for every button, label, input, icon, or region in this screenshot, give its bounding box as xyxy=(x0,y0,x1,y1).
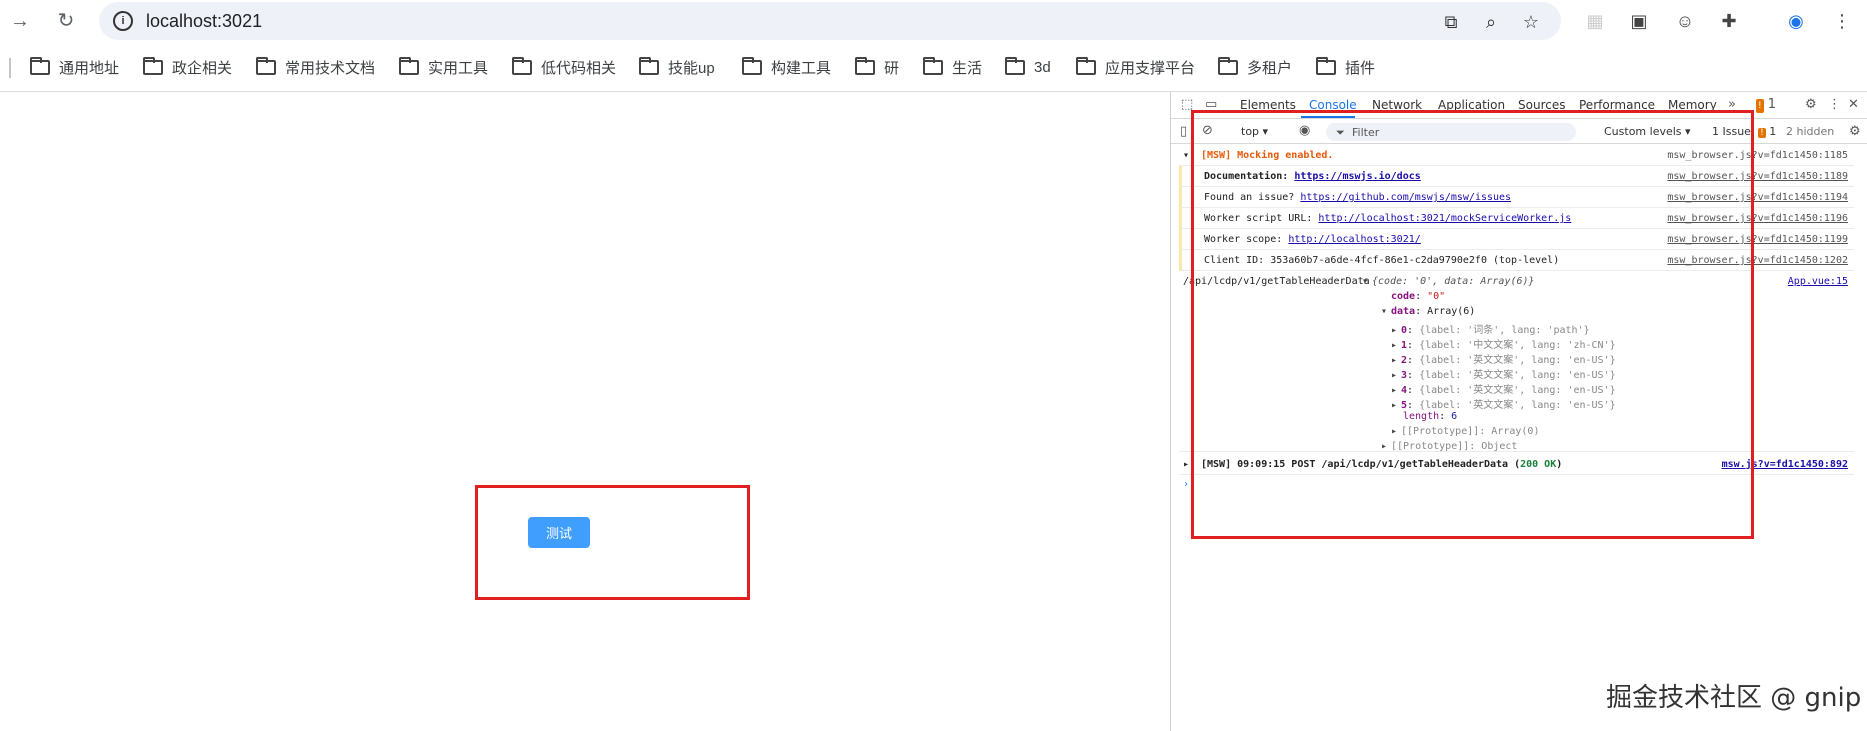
folder-icon xyxy=(1005,56,1025,75)
page-viewport: 测试 xyxy=(0,92,1170,731)
issue-badge-icon: ! xyxy=(1756,99,1764,113)
bookmark-folder[interactable]: 多租户 xyxy=(1218,55,1292,79)
bookmark-folder[interactable]: 生活 xyxy=(923,55,982,79)
bookmark-folder[interactable]: 实用工具 xyxy=(399,55,488,79)
issues-counter[interactable]: ! 1 xyxy=(1756,98,1776,113)
test-button[interactable]: 测试 xyxy=(528,517,590,548)
folder-icon xyxy=(512,56,532,75)
sidebar-toggle-icon[interactable]: ▯ xyxy=(1180,125,1187,139)
folder-icon xyxy=(1316,56,1336,75)
browser-toolbar: → ↻ i localhost:3021 ⧉ ⌕ ☆ ▦ ▣ ☺ ✚ ◉ ⋮ xyxy=(0,0,1867,42)
menu-icon[interactable]: ⋮ xyxy=(1830,9,1854,33)
address-bar[interactable]: i localhost:3021 ⧉ ⌕ ☆ xyxy=(99,2,1561,40)
collapse-triangle-icon[interactable]: ▾ xyxy=(1183,150,1189,161)
folder-icon xyxy=(256,56,276,75)
bookmark-folder[interactable]: 常用技术文档 xyxy=(256,55,375,79)
folder-icon xyxy=(399,56,419,75)
puzzle-icon[interactable]: ✚ xyxy=(1717,9,1741,33)
bookmark-folder[interactable]: 插件 xyxy=(1316,55,1375,79)
bookmarks-bar: 通用地址 政企相关 常用技术文档 实用工具 低代码相关 技能up 构建工具 研 … xyxy=(0,48,1867,86)
bookmark-folder[interactable]: 政企相关 xyxy=(143,55,232,79)
folder-icon xyxy=(143,56,163,75)
forward-icon[interactable]: → xyxy=(8,9,32,33)
bookmark-folder[interactable]: 研 xyxy=(855,55,899,79)
url-text[interactable]: localhost:3021 xyxy=(146,11,262,32)
bookmarks-divider xyxy=(9,58,11,78)
bookmark-folder[interactable]: 构建工具 xyxy=(742,55,831,79)
translate-icon[interactable]: ⧉ xyxy=(1440,11,1462,33)
folder-icon xyxy=(742,56,762,75)
bookmark-folder[interactable]: 应用支撑平台 xyxy=(1076,55,1195,79)
qr-code-icon[interactable]: ▣ xyxy=(1627,9,1651,33)
folder-icon xyxy=(1218,56,1238,75)
close-icon[interactable]: ✕ xyxy=(1848,98,1859,112)
extension-icon[interactable]: ▦ xyxy=(1583,9,1607,33)
bookmark-folder[interactable]: 3d xyxy=(1005,55,1051,79)
folder-icon xyxy=(855,56,875,75)
watermark: 掘金技术社区 @ gnip xyxy=(1606,683,1862,713)
bookmark-folder[interactable]: 通用地址 xyxy=(30,55,119,79)
folder-icon xyxy=(1076,56,1096,75)
bookmark-star-icon[interactable]: ☆ xyxy=(1520,11,1542,33)
reload-icon[interactable]: ↻ xyxy=(54,9,78,33)
highlight-box xyxy=(475,485,750,600)
zoom-icon[interactable]: ⌕ xyxy=(1480,11,1502,33)
issue-badge-icon: ! xyxy=(1758,128,1766,138)
bookmark-folder[interactable]: 低代码相关 xyxy=(512,55,616,79)
highlight-box xyxy=(1191,110,1754,539)
folder-icon xyxy=(30,56,50,75)
hidden-count: 2 hidden xyxy=(1786,125,1835,138)
folder-icon xyxy=(639,56,659,75)
kebab-menu-icon[interactable]: ⋮ xyxy=(1828,98,1841,112)
bookmark-folder[interactable]: 技能up xyxy=(639,55,715,79)
settings-icon[interactable]: ⚙ xyxy=(1805,98,1817,112)
collapsed-triangle-icon[interactable]: ▸ xyxy=(1183,459,1189,470)
profile-icon[interactable]: ◉ xyxy=(1784,9,1808,33)
folder-icon xyxy=(923,56,943,75)
avatar-extension-icon[interactable]: ☺ xyxy=(1673,9,1697,33)
log-source[interactable]: App.vue:15 xyxy=(1788,276,1848,287)
site-info-icon[interactable]: i xyxy=(113,11,133,31)
console-prompt-icon[interactable]: › xyxy=(1183,479,1189,490)
console-settings-icon[interactable]: ⚙ xyxy=(1849,125,1861,139)
